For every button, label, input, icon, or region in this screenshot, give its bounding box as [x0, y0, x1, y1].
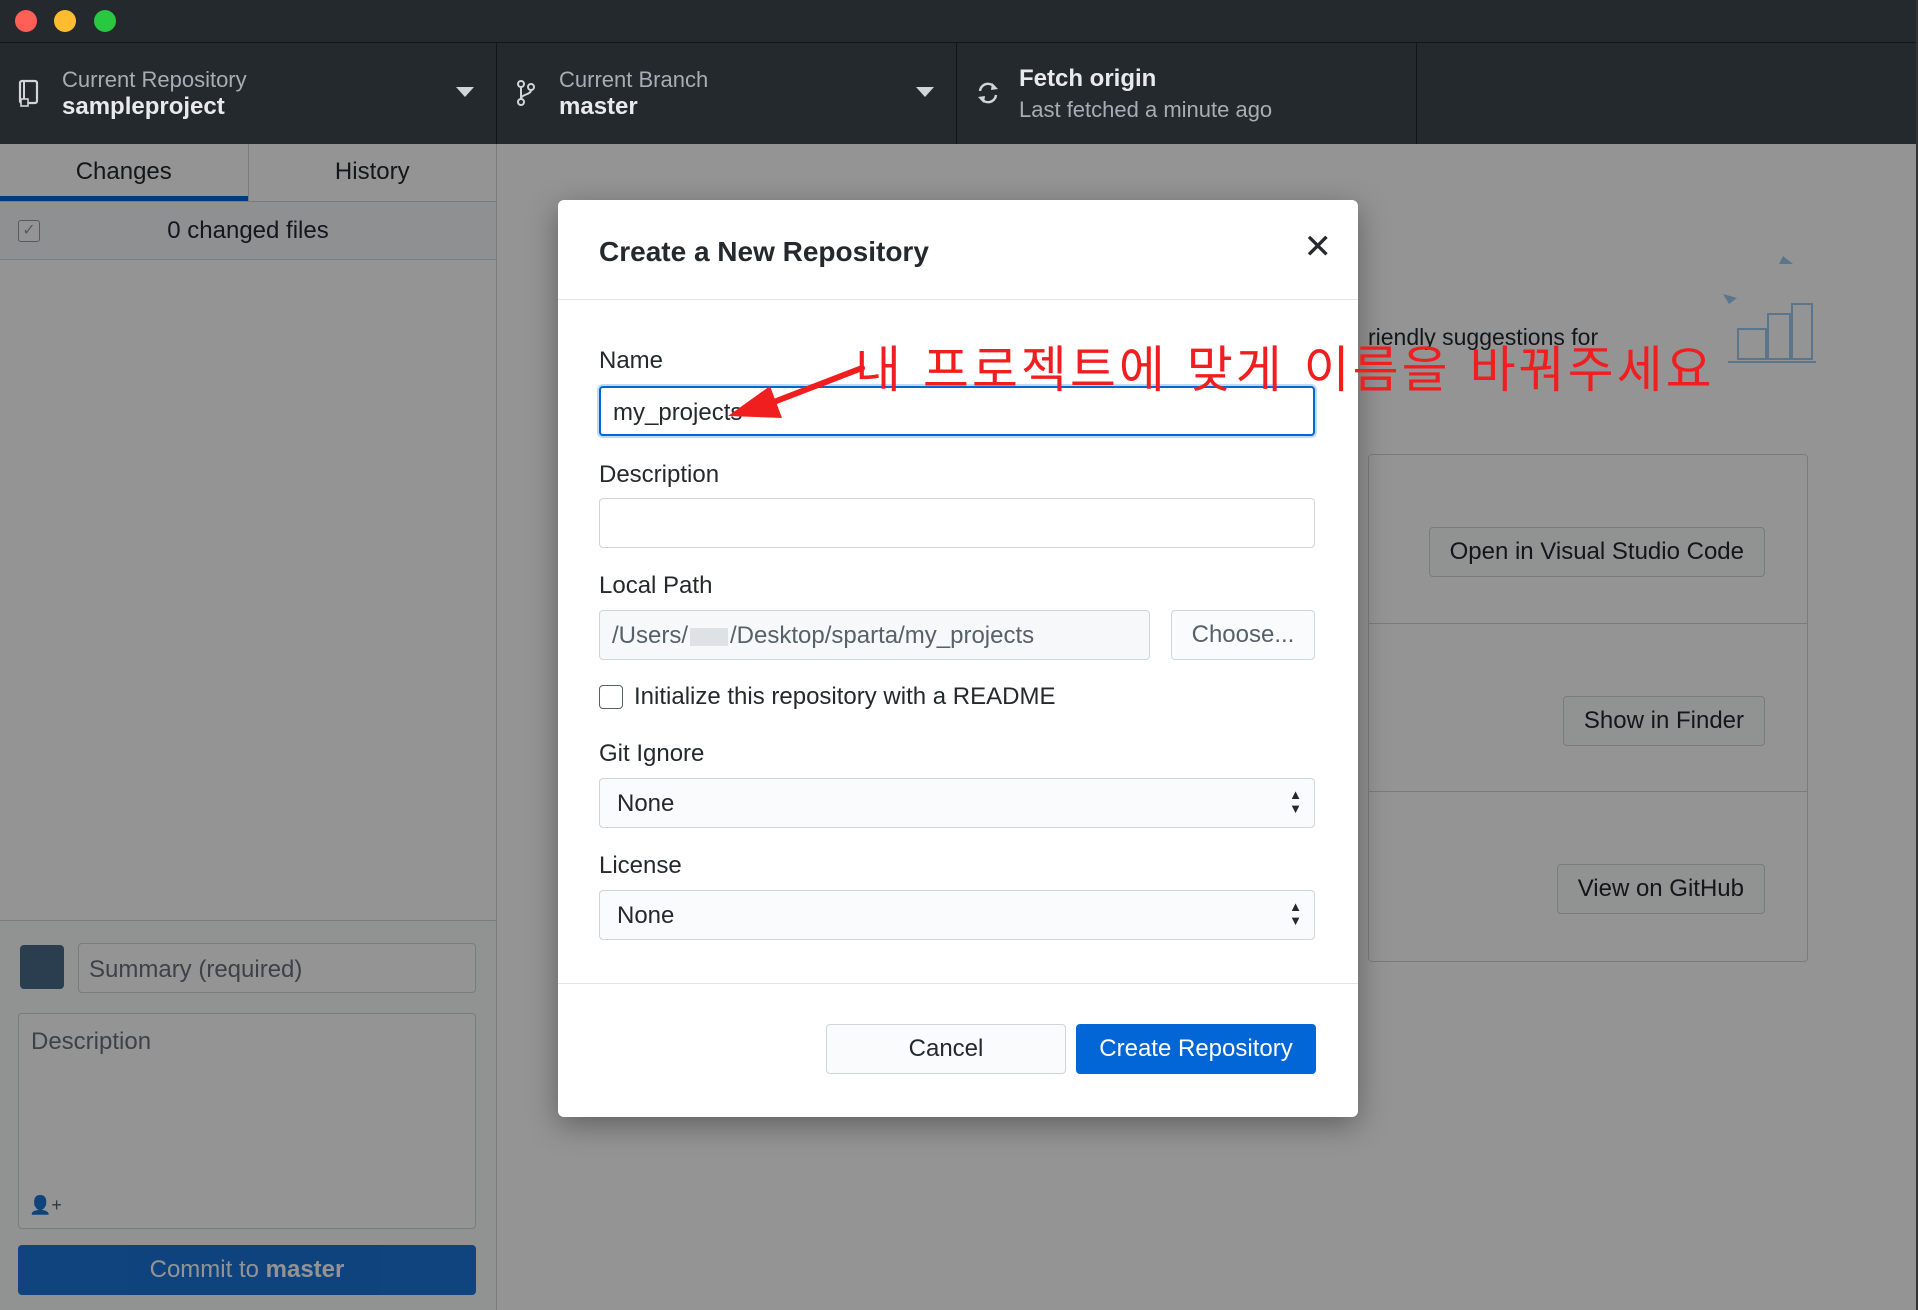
chevron-down-icon: [456, 87, 474, 97]
branch-name: master: [559, 93, 638, 120]
local-path-prefix: /Users/: [612, 622, 689, 649]
local-path-suffix: /Desktop/sparta/my_projects: [730, 622, 1035, 649]
fetch-origin-button[interactable]: Fetch origin Last fetched a minute ago: [957, 43, 1417, 144]
minimize-window-button[interactable]: [54, 10, 76, 32]
repository-icon: [18, 79, 39, 107]
branch-label: Current Branch: [559, 67, 709, 92]
license-label: License: [599, 852, 682, 879]
readme-label: Initialize this repository with a README: [634, 683, 1056, 710]
name-label: Name: [599, 347, 664, 374]
sync-icon: [978, 82, 998, 104]
license-value: None: [617, 902, 675, 929]
redacted-username: [690, 627, 729, 646]
select-arrows-icon: ▲ ▼: [1289, 787, 1302, 816]
readme-checkbox[interactable]: [599, 685, 623, 709]
local-path-label: Local Path: [599, 572, 713, 599]
choose-path-button[interactable]: Choose...: [1171, 610, 1315, 660]
chevron-down-icon: [916, 87, 934, 97]
current-repository-dropdown[interactable]: Current Repository sampleproject: [0, 43, 497, 144]
github-desktop-window: Current Repository sampleproject Current…: [0, 0, 1918, 1310]
close-icon[interactable]: ✕: [1304, 230, 1333, 264]
gitignore-label: Git Ignore: [599, 740, 705, 767]
license-select[interactable]: None ▲ ▼: [599, 890, 1315, 940]
annotation-arrow-icon: [728, 365, 865, 418]
description-input[interactable]: [599, 498, 1315, 548]
repository-name: sampleproject: [62, 93, 225, 120]
annotation-text: 내 프로젝트에 맞게 이름을 바꿔주세요: [855, 341, 1715, 399]
select-arrows-icon: ▲ ▼: [1289, 899, 1302, 928]
dialog-body: Name my_projects Description Local Path …: [558, 300, 1358, 984]
local-path-input[interactable]: /Users/ /Desktop/sparta/my_projects: [599, 610, 1150, 660]
gitignore-value: None: [617, 790, 675, 817]
zoom-window-button[interactable]: [94, 10, 116, 32]
branch-icon: [517, 80, 535, 106]
toolbar: Current Repository sampleproject Current…: [0, 42, 1916, 144]
dialog-footer: Cancel Create Repository: [558, 984, 1358, 1116]
dialog-header: Create a New Repository ✕: [558, 200, 1358, 300]
gitignore-select[interactable]: None ▲ ▼: [599, 778, 1315, 828]
fetch-title: Fetch origin: [1019, 65, 1157, 92]
cancel-button[interactable]: Cancel: [826, 1024, 1066, 1074]
dialog-title: Create a New Repository: [599, 236, 929, 267]
repository-label: Current Repository: [62, 67, 247, 92]
description-label: Description: [599, 461, 720, 488]
close-window-button[interactable]: [15, 10, 37, 32]
create-repository-button[interactable]: Create Repository: [1076, 1024, 1316, 1074]
fetch-status: Last fetched a minute ago: [1019, 97, 1273, 122]
title-bar: [0, 0, 1916, 42]
current-branch-dropdown[interactable]: Current Branch master: [497, 43, 957, 144]
app-root: Current Repository sampleproject Current…: [0, 0, 1921, 1310]
